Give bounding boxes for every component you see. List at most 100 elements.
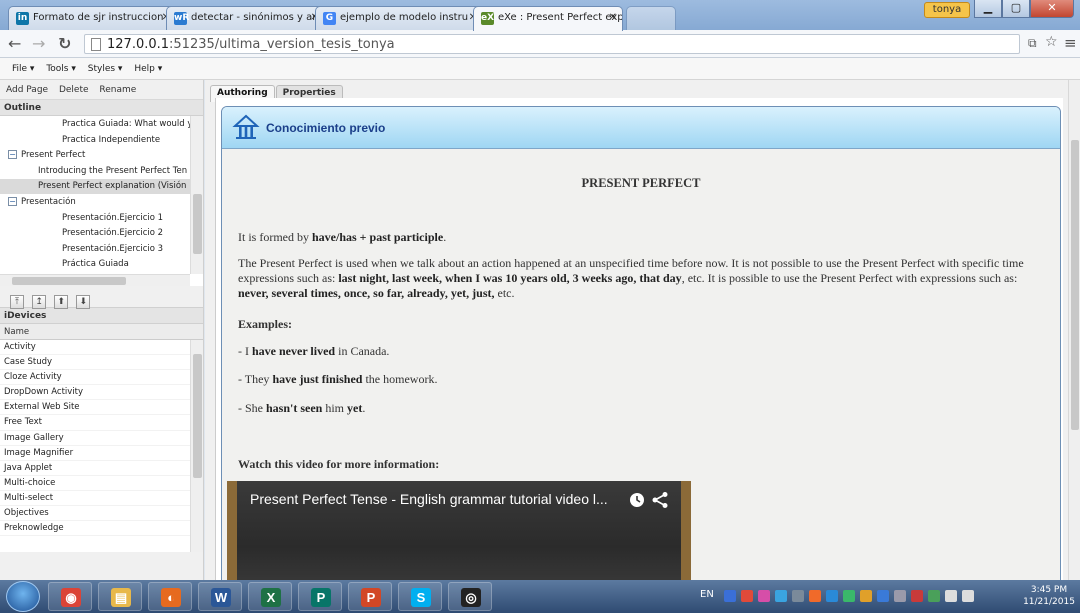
user-badge[interactable]: tonya	[924, 2, 970, 18]
idevice-item[interactable]: Multi-choice	[0, 476, 203, 491]
menu-icon[interactable]: ≡	[1064, 34, 1077, 52]
outline-item[interactable]: Presentación.Ejercicio 2	[0, 226, 190, 241]
outline-item[interactable]: Introducing the Present Perfect Ten	[0, 164, 190, 179]
watch-later-clock-icon[interactable]	[629, 492, 645, 508]
outline-item[interactable]: Practica Independiente	[0, 133, 190, 148]
skype-taskbar-icon[interactable]: S	[398, 582, 442, 611]
outline-vscrollbar[interactable]	[190, 116, 203, 274]
back-icon[interactable]: ←	[8, 34, 21, 53]
outline-hscroll-thumb[interactable]	[12, 277, 126, 285]
chrome-taskbar-icon[interactable]: ◉	[48, 582, 92, 611]
clock[interactable]: 3:45 PM 11/21/2015	[1020, 584, 1078, 608]
outline-item[interactable]: Presentación.Ejercicio 1	[0, 211, 190, 226]
browser-tab[interactable]: inFormato de sjr instruccion✕	[8, 6, 176, 30]
browser-tab[interactable]: wRdetectar - sinónimos y an✕	[166, 6, 325, 30]
outline-tree: Practica Guiada: What would you Practica …	[0, 116, 203, 286]
move-down-icon[interactable]: ⬆	[54, 295, 69, 309]
idevice-item[interactable]: DropDown Activity	[0, 385, 203, 401]
tray-icon[interactable]	[741, 590, 753, 602]
idevice-item[interactable]: Free Text	[0, 415, 203, 431]
publisher-taskbar-icon[interactable]: P	[298, 582, 342, 611]
content-scroll-thumb[interactable]	[1071, 140, 1079, 430]
move-up-icon[interactable]: ↥	[32, 295, 47, 309]
idevices-scroll-thumb[interactable]	[193, 354, 202, 478]
move-bottom-icon[interactable]: ⬇	[76, 295, 91, 309]
bookmark-star-icon[interactable]: ☆	[1045, 34, 1058, 50]
menu-tools[interactable]: Tools ▾	[46, 64, 76, 74]
idevice-item[interactable]: Cloze Activity	[0, 370, 203, 386]
excel-taskbar-icon[interactable]: X	[248, 582, 292, 611]
tray-icon[interactable]	[945, 590, 957, 602]
idevice-item[interactable]: External Web Site	[0, 400, 203, 416]
outline-item[interactable]: − Present Perfect	[0, 148, 190, 163]
word-taskbar-icon[interactable]: W	[198, 582, 242, 611]
preknowledge-icon	[232, 114, 260, 139]
rename-page-button[interactable]: Rename	[99, 85, 136, 95]
menu-styles[interactable]: Styles ▾	[88, 64, 123, 74]
tray-icon[interactable]	[860, 590, 872, 602]
delete-page-button[interactable]: Delete	[59, 85, 89, 95]
url-path: :51235/ultima_version_tesis_tonya	[169, 37, 395, 52]
idevices-vscrollbar[interactable]	[190, 340, 203, 552]
idevice-item[interactable]: Objectives	[0, 506, 203, 522]
tray-icon[interactable]	[877, 590, 889, 602]
tray-icon[interactable]	[962, 590, 974, 602]
move-top-icon[interactable]: ⤒	[10, 295, 24, 309]
explorer-taskbar-icon[interactable]: ▤	[98, 582, 142, 611]
outline-hscrollbar[interactable]	[0, 274, 190, 286]
menu-help[interactable]: Help ▾	[134, 64, 162, 74]
start-button[interactable]	[6, 581, 40, 612]
idevice-item[interactable]: Java Applet	[0, 461, 203, 476]
firefox-taskbar-icon[interactable]: ◐	[148, 582, 192, 611]
address-bar[interactable]: 127.0.0.1:51235/ultima_version_tesis_ton…	[84, 34, 1020, 54]
tray-icon[interactable]	[911, 590, 923, 602]
outline-item[interactable]: Practica Guiada: What would you	[0, 117, 203, 132]
tray-icon[interactable]	[758, 590, 770, 602]
browser-tab[interactable]: Gejemplo de modelo instru✕	[315, 6, 483, 30]
idevice-item[interactable]: Activity	[0, 340, 203, 356]
tray-icon[interactable]	[775, 590, 787, 602]
idevice-item[interactable]: Multi-select	[0, 491, 203, 507]
idevice-item[interactable]: Image Gallery	[0, 431, 203, 446]
tray-icon[interactable]	[928, 590, 940, 602]
tray-icon[interactable]	[809, 590, 821, 602]
maximize-button[interactable]: ▢	[1002, 0, 1030, 18]
collapse-icon[interactable]: −	[8, 150, 17, 160]
outline-scroll-thumb[interactable]	[193, 194, 202, 254]
outline-item[interactable]: Práctica Guiada	[0, 257, 190, 272]
powerpoint-taskbar-icon[interactable]: P	[348, 582, 392, 611]
tray-icon[interactable]	[792, 590, 804, 602]
tray-icon[interactable]	[894, 590, 906, 602]
video-title[interactable]: Present Perfect Tense - English grammar …	[250, 491, 608, 507]
reload-icon[interactable]: ↻	[58, 34, 71, 53]
share-icon[interactable]	[651, 491, 669, 509]
browser-tab[interactable]: eX eXe : Present Perfect expl ✕	[473, 6, 623, 31]
idevice-item[interactable]: Case Study	[0, 355, 203, 371]
translate-icon[interactable]: ⧉	[1028, 36, 1037, 51]
example-2: - They have just finished the homework.	[238, 372, 438, 386]
collapse-icon[interactable]: −	[8, 197, 17, 206]
language-indicator[interactable]: EN	[700, 589, 714, 600]
close-tab-icon[interactable]: ✕	[609, 12, 617, 23]
outline-item[interactable]: − Presentación	[0, 195, 190, 210]
content-vscrollbar[interactable]	[1068, 80, 1080, 580]
tray-icon[interactable]	[826, 590, 838, 602]
tray-icon[interactable]	[843, 590, 855, 602]
page-heading: PRESENT PERFECT	[581, 176, 701, 190]
outline-item[interactable]: Presentación.Ejercicio 3	[0, 242, 190, 257]
video-embed[interactable]: Present Perfect Tense - English grammar …	[227, 481, 691, 580]
idevice-item[interactable]: Image Magnifier	[0, 446, 203, 461]
forward-icon[interactable]: →	[32, 34, 45, 53]
exe-taskbar-icon[interactable]: ◎	[448, 582, 492, 611]
new-tab-button[interactable]	[626, 6, 676, 30]
add-page-button[interactable]: Add Page	[6, 85, 48, 95]
outline-item-label: Presentación.Ejercicio 2	[62, 228, 164, 239]
tray-icon[interactable]	[724, 590, 736, 602]
outline-item[interactable]: Present Perfect explanation (Visión	[0, 179, 190, 195]
close-window-button[interactable]: ✕	[1030, 0, 1074, 18]
minimize-button[interactable]: ▁	[974, 0, 1002, 18]
idevice-item[interactable]: Preknowledge	[0, 521, 203, 537]
taskbar-glyph: P	[311, 588, 331, 607]
menu-file[interactable]: File ▾	[12, 64, 34, 74]
idevices-list: Name Activity Case Study Cloze Activity Dro…	[0, 324, 203, 552]
